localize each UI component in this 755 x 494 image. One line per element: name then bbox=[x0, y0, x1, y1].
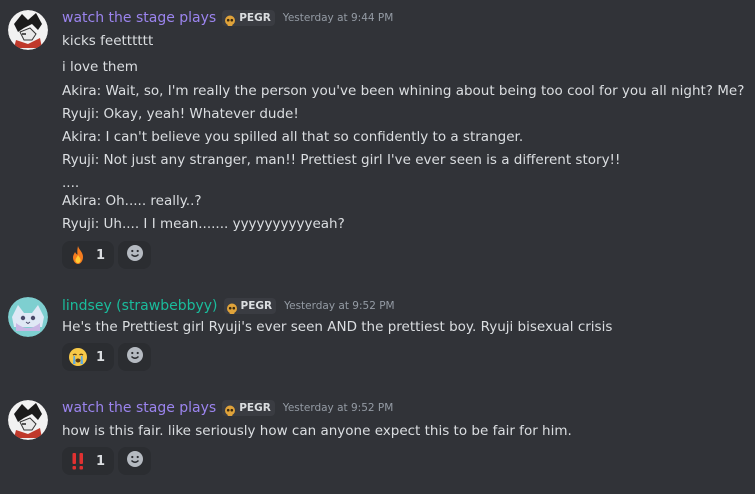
message-line: Ryuji: Not just any stranger, man!! Pret… bbox=[62, 152, 621, 168]
message-line: Akira: Wait, so, I'm really the person y… bbox=[62, 83, 745, 99]
message-header: watch the stage plays PEGR Yesterday at … bbox=[62, 8, 393, 28]
add-reaction-button[interactable] bbox=[118, 241, 151, 269]
timestamp[interactable]: Yesterday at 9:52 PM bbox=[284, 300, 395, 312]
add-reaction-icon bbox=[126, 450, 144, 472]
guild-tag-label: PEGR bbox=[239, 12, 271, 24]
chat-messages: watch the stage plays PEGR Yesterday at … bbox=[0, 0, 755, 494]
anime-avatar-icon[interactable] bbox=[8, 10, 48, 50]
reaction-button[interactable]: 1 bbox=[62, 343, 114, 371]
message-line: Ryuji: Okay, yeah! Whatever dude! bbox=[62, 106, 299, 122]
timestamp[interactable]: Yesterday at 9:44 PM bbox=[283, 12, 394, 24]
fire-icon bbox=[68, 245, 88, 265]
message-line: i love them bbox=[62, 59, 138, 75]
reaction-count: 1 bbox=[96, 453, 106, 469]
crying-face-icon bbox=[68, 347, 88, 367]
message-line: He's the Prettiest girl Ryuji's ever see… bbox=[62, 319, 613, 335]
username[interactable]: watch the stage plays bbox=[62, 400, 216, 416]
guild-tag-label: PEGR bbox=[240, 300, 273, 312]
message-header: lindsey (strawbebbyy) PEGR Yesterday at … bbox=[62, 296, 395, 316]
reaction-button[interactable]: 1 bbox=[62, 241, 114, 269]
cat-avatar-icon[interactable] bbox=[8, 297, 48, 337]
reaction-button[interactable]: 1 bbox=[62, 447, 114, 475]
guild-tag[interactable]: PEGR bbox=[223, 298, 277, 314]
message-line: Akira: Oh..... really..? bbox=[62, 193, 202, 209]
username[interactable]: watch the stage plays bbox=[62, 10, 216, 26]
skull-icon bbox=[224, 12, 236, 26]
reaction-count: 1 bbox=[96, 247, 106, 263]
timestamp[interactable]: Yesterday at 9:52 PM bbox=[283, 402, 394, 414]
add-reaction-button[interactable] bbox=[118, 343, 151, 371]
add-reaction-button[interactable] bbox=[118, 447, 151, 475]
username[interactable]: lindsey (strawbebbyy) bbox=[62, 298, 218, 314]
message-header: watch the stage plays PEGR Yesterday at … bbox=[62, 398, 393, 418]
message-line: kicks feetttttt bbox=[62, 33, 154, 49]
guild-tag[interactable]: PEGR bbox=[222, 400, 275, 416]
double-exclamation-icon bbox=[68, 451, 88, 471]
guild-tag[interactable]: PEGR bbox=[222, 10, 275, 26]
message-line: .... bbox=[62, 175, 80, 191]
add-reaction-icon bbox=[126, 244, 144, 266]
skull-icon bbox=[226, 300, 238, 314]
anime-avatar-icon[interactable] bbox=[8, 400, 48, 440]
message-line: Akira: I can't believe you spilled all t… bbox=[62, 129, 524, 145]
message-line: Ryuji: Uh.... I I mean....... yyyyyyyyyy… bbox=[62, 216, 345, 232]
add-reaction-icon bbox=[126, 346, 144, 368]
skull-icon bbox=[224, 402, 236, 416]
message-line: how is this fair. like seriously how can… bbox=[62, 423, 572, 439]
guild-tag-label: PEGR bbox=[239, 402, 271, 414]
reaction-count: 1 bbox=[96, 349, 106, 365]
